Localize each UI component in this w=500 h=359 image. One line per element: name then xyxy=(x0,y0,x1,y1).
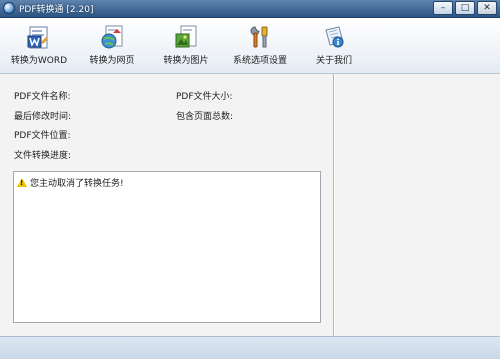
convert-to-web-label: 转换为网页 xyxy=(89,56,135,66)
convert-to-word-label: 转换为WORD xyxy=(10,56,68,66)
page-count-label: 包含页面总数: xyxy=(176,112,234,122)
window-controls: – □ ✕ xyxy=(433,1,497,15)
convert-to-image-button[interactable]: 转换为图片 xyxy=(150,24,222,66)
toolbar: 转换为WORD 转换为网页 转换为图片 系统选项设置 关于我们 xyxy=(0,18,500,74)
pdf-name-label: PDF文件名称: xyxy=(14,92,71,102)
convert-to-word-button[interactable]: 转换为WORD xyxy=(3,24,75,66)
about-us-button[interactable]: 关于我们 xyxy=(298,24,370,66)
close-button[interactable]: ✕ xyxy=(477,1,497,15)
log-entry-text: 您主动取消了转换任务! xyxy=(30,179,124,189)
pdf-location-label: PDF文件位置: xyxy=(14,131,71,141)
web-page-icon xyxy=(99,24,125,50)
pdf-size-label: PDF文件大小: xyxy=(176,92,233,102)
image-file-icon xyxy=(173,24,199,50)
panel-divider-highlight xyxy=(334,74,335,336)
minimize-button[interactable]: – xyxy=(433,1,453,15)
system-settings-label: 系统选项设置 xyxy=(232,56,287,66)
title-bar: PDF转换通 [2.20] – □ ✕ xyxy=(0,0,500,18)
warning-icon xyxy=(17,178,27,187)
settings-tools-icon xyxy=(247,24,273,50)
about-info-icon xyxy=(321,24,347,50)
system-settings-button[interactable]: 系统选项设置 xyxy=(224,24,296,66)
window-title: PDF转换通 [2.20] xyxy=(19,5,94,15)
log-entry: 您主动取消了转换任务! xyxy=(17,176,124,189)
convert-to-web-button[interactable]: 转换为网页 xyxy=(76,24,148,66)
log-box[interactable]: 您主动取消了转换任务! xyxy=(13,171,321,323)
word-document-icon xyxy=(26,24,52,50)
maximize-button[interactable]: □ xyxy=(455,1,475,15)
last-modified-label: 最后修改时间: xyxy=(14,112,72,122)
convert-to-image-label: 转换为图片 xyxy=(163,56,209,66)
status-bar xyxy=(0,336,500,359)
about-us-label: 关于我们 xyxy=(315,56,352,66)
app-logo-icon xyxy=(3,2,15,14)
progress-label: 文件转换进度: xyxy=(14,151,72,161)
